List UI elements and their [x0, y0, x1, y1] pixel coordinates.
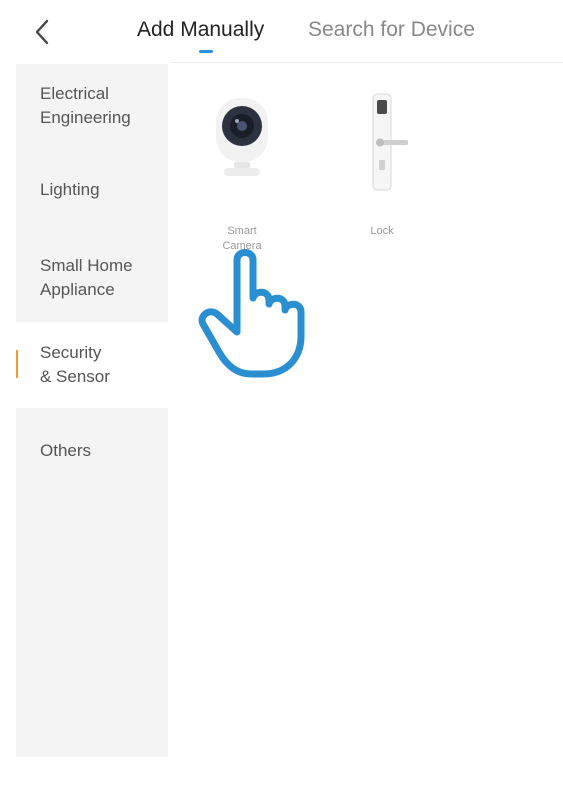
sidebar-item-label: Security & Sensor [40, 343, 110, 386]
chevron-left-icon [35, 19, 49, 45]
device-smart-camera[interactable]: Smart Camera [182, 88, 302, 258]
sidebar-item-label: Lighting [40, 180, 100, 199]
sidebar-item-others[interactable]: Others [16, 408, 168, 488]
device-grid: Smart Camera Lock [168, 64, 563, 757]
top-bar: Add Manually Search for Device [0, 0, 563, 64]
device-label: Smart Camera [222, 225, 262, 252]
sidebar-item-label: Electrical Engineering [40, 84, 131, 127]
door-lock-icon [372, 93, 408, 191]
header-divider [170, 62, 563, 63]
smart-camera-icon [216, 98, 268, 176]
sidebar-item-lighting[interactable]: Lighting [16, 152, 168, 234]
tab-add-manually[interactable]: Add Manually [137, 17, 264, 43]
active-tab-indicator [199, 50, 213, 53]
tab-search-for-device[interactable]: Search for Device [308, 17, 475, 43]
sidebar-item-security-sensor[interactable]: Security & Sensor [16, 322, 168, 408]
sidebar-item-electrical-engineering[interactable]: Electrical Engineering [16, 64, 168, 152]
active-category-marker [16, 350, 18, 378]
sidebar-item-label: Others [40, 441, 92, 460]
device-lock[interactable]: Lock [322, 88, 442, 258]
category-sidebar: Electrical Engineering Lighting Small Ho… [16, 64, 168, 757]
sidebar-item-small-home-appliance[interactable]: Small Home Appliance [16, 234, 168, 322]
sidebar-item-label: Small Home Appliance [40, 256, 133, 299]
device-label: Lock [370, 225, 394, 237]
back-button[interactable] [24, 14, 60, 50]
